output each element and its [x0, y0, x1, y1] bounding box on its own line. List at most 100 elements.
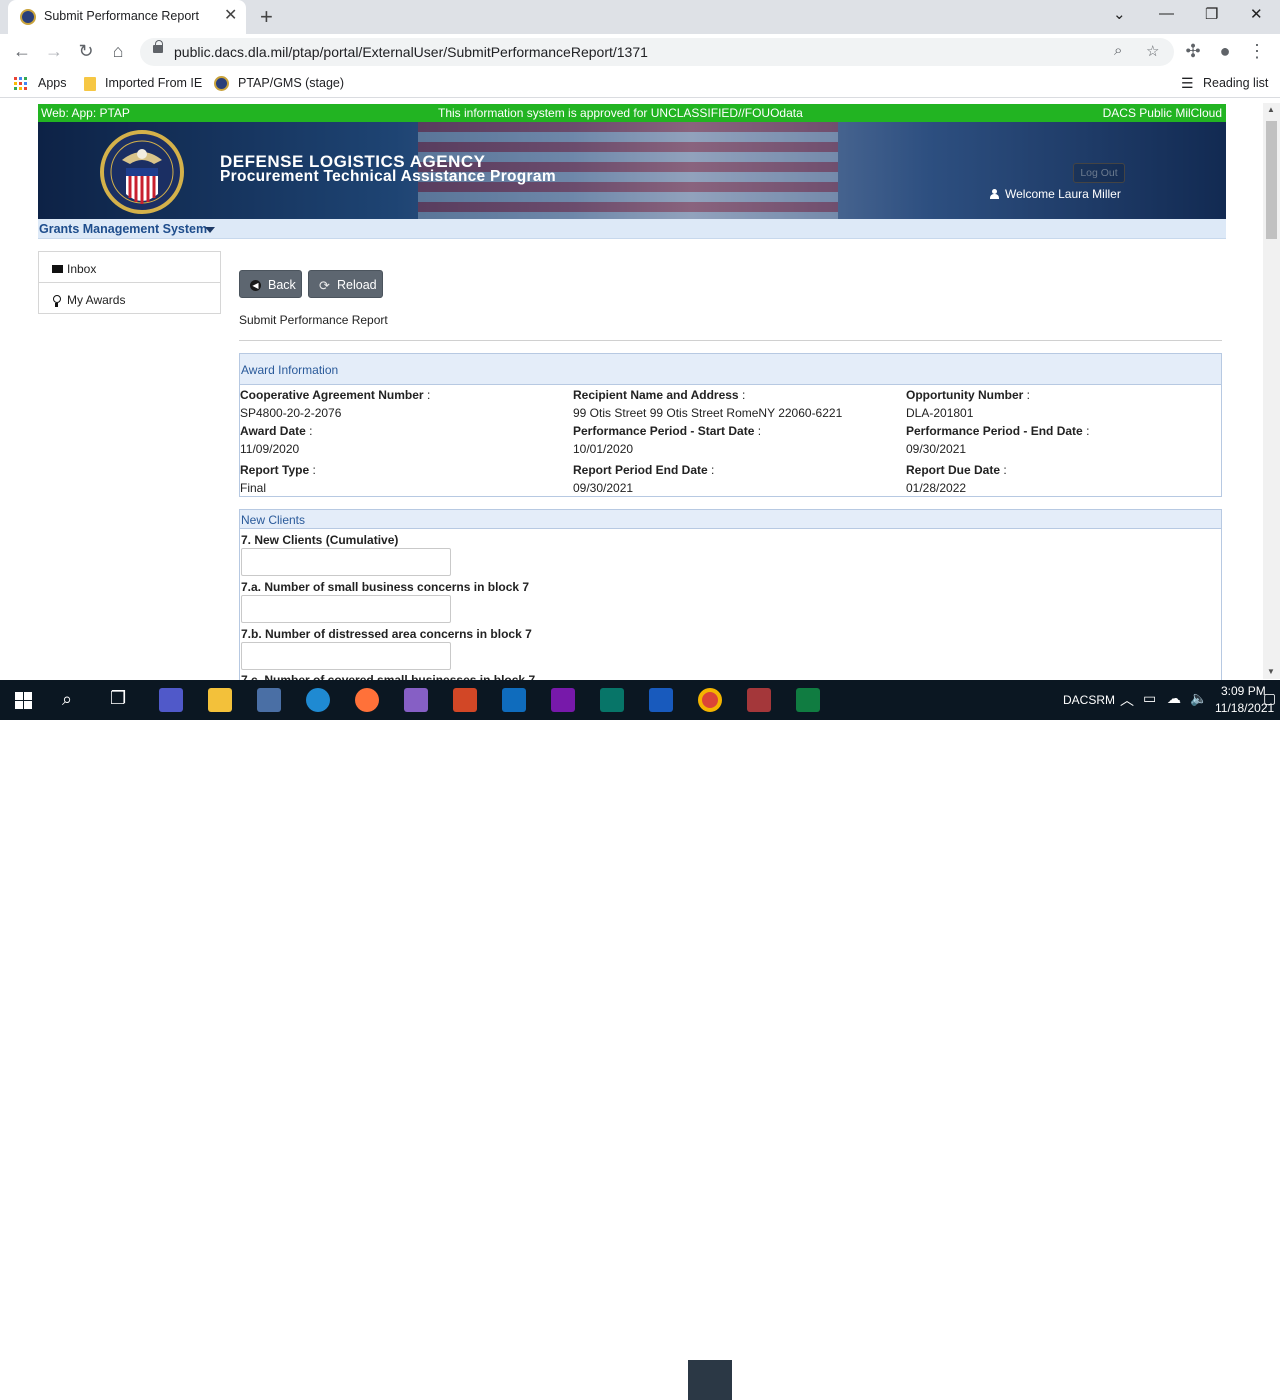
folder-icon — [84, 77, 96, 91]
profile-icon[interactable]: ● — [1213, 41, 1237, 62]
welcome-user: Welcome Laura Miller — [990, 187, 1121, 201]
question-label: 7.a. Number of small business concerns i… — [241, 580, 530, 594]
grants-menu-bar[interactable]: Grants Management System — [38, 219, 1226, 239]
bookmark-apps[interactable]: Apps — [38, 76, 67, 90]
browser-tab-strip: Submit Performance Report ✕ + ⌄ — ❐ ✕ — [0, 0, 1280, 34]
browser-toolbar: ← → ↻ ⌂ public.dacs.dla.mil/ptap/portal/… — [0, 34, 1280, 70]
close-window-icon[interactable]: ✕ — [1250, 5, 1263, 23]
file-explorer-icon[interactable] — [208, 688, 232, 712]
report-due-date: 01/28/2022 — [906, 481, 967, 495]
small-business-concerns-input[interactable] — [241, 595, 451, 623]
bookmark-star-icon[interactable]: ☆ — [1146, 42, 1159, 60]
ptap-favicon-icon — [214, 76, 229, 91]
tray-label[interactable]: DACSRM — [1063, 693, 1115, 707]
divider — [239, 340, 1222, 341]
report-type: Final — [240, 481, 267, 495]
security-classification-bar: Web: App: PTAP This information system i… — [38, 104, 1226, 122]
teams-icon[interactable] — [159, 688, 183, 712]
award-information-title: Award Information — [240, 354, 1221, 385]
reload-page-icon[interactable]: ↻ — [74, 41, 98, 62]
lock-icon — [153, 40, 163, 53]
extensions-icon[interactable]: ✣ — [1181, 41, 1205, 62]
new-clients-title: New Clients — [240, 510, 1221, 529]
windows-start-icon[interactable] — [15, 692, 32, 709]
caret-down-icon[interactable] — [205, 227, 215, 233]
grants-menu-title[interactable]: Grants Management System — [39, 222, 207, 236]
sidebar-item-my-awards[interactable]: My Awards — [39, 283, 220, 314]
apps-grid-icon[interactable] — [14, 77, 28, 91]
url-text: public.dacs.dla.mil/ptap/portal/External… — [174, 44, 648, 60]
question-label: 7.b. Number of distressed area concerns … — [241, 627, 532, 641]
welcome-text: Welcome Laura Miller — [1005, 187, 1121, 201]
field-label: Performance Period - Start Date : — [573, 424, 762, 438]
bookmark-ptap-gms[interactable]: PTAP/GMS (stage) — [238, 76, 344, 90]
browser-tab[interactable]: Submit Performance Report ✕ — [8, 0, 246, 34]
restore-icon[interactable]: ❐ — [1205, 5, 1218, 23]
refresh-icon: ⟳ — [319, 278, 330, 293]
home-icon[interactable]: ⌂ — [106, 41, 130, 62]
word-icon[interactable] — [649, 688, 673, 712]
zoom-icon[interactable]: ⌕ — [1114, 42, 1122, 59]
windows-taskbar: ⌕ ❐ DACSRM ︿ ▭ ☁ 🔈 3:09 PM 11/18/2021 ▢ — [0, 680, 1280, 1400]
recipient-name-address: 99 Otis Street 99 Otis Street RomeNY 220… — [573, 406, 843, 420]
opportunity-number: DLA-201801 — [906, 406, 974, 420]
back-arrow-icon[interactable]: ← — [10, 41, 34, 62]
close-tab-icon[interactable]: ✕ — [224, 8, 237, 24]
notifications-icon[interactable]: ▢ — [1263, 690, 1276, 707]
dla-favicon-icon — [20, 9, 36, 25]
scroll-up-icon[interactable]: ▲ — [1267, 105, 1275, 114]
clock-time[interactable]: 3:09 PM — [1221, 684, 1266, 698]
reload-button[interactable]: ⟳ Reload — [308, 270, 383, 298]
forward-arrow-icon[interactable]: → — [42, 41, 66, 62]
edge-icon[interactable] — [306, 688, 330, 712]
visual-studio-icon[interactable] — [404, 688, 428, 712]
side-navigation: Inbox My Awards — [38, 251, 221, 314]
program-name: Procurement Technical Assistance Program — [220, 168, 556, 185]
page-scrollbar[interactable]: ▲ ▼ — [1263, 103, 1280, 679]
award-date: 11/09/2020 — [240, 442, 300, 456]
back-button[interactable]: ◀ Back — [239, 270, 302, 298]
volume-icon[interactable]: 🔈 — [1190, 690, 1207, 707]
firefox-icon[interactable] — [355, 688, 379, 712]
excel-icon[interactable] — [796, 688, 820, 712]
dla-seal-icon — [100, 130, 184, 214]
question-label: 7. New Clients (Cumulative) — [241, 533, 399, 547]
tray-chevron-icon[interactable]: ︿ — [1120, 690, 1134, 710]
reading-list-icon[interactable]: ☰ — [1181, 75, 1194, 92]
sidebar-item-label: My Awards — [67, 293, 126, 307]
report-period-end-date: 09/30/2021 — [573, 481, 634, 495]
tab-search-chevron-icon[interactable]: ⌄ — [1113, 5, 1126, 23]
network-icon[interactable]: ▭ — [1143, 690, 1156, 707]
scrollbar-thumb[interactable] — [1266, 121, 1277, 239]
onenote-icon[interactable] — [551, 688, 575, 712]
minimize-icon[interactable]: — — [1159, 5, 1174, 22]
new-clients-cumulative-input[interactable] — [241, 548, 451, 576]
chrome-icon[interactable] — [698, 688, 722, 712]
bookmark-imported-from-ie[interactable]: Imported From IE — [105, 76, 202, 90]
award-ribbon-icon — [53, 295, 61, 307]
address-bar[interactable]: public.dacs.dla.mil/ptap/portal/External… — [140, 38, 1174, 66]
field-label: Report Due Date : — [906, 463, 1007, 477]
page-title: Submit Performance Report — [239, 313, 388, 327]
cooperative-agreement-number: SP4800-20-2-2076 — [240, 406, 342, 420]
network-tool-icon[interactable] — [257, 688, 281, 712]
back-circle-icon: ◀ — [250, 280, 261, 291]
reading-list-button[interactable]: Reading list — [1203, 76, 1268, 90]
powerpoint-icon[interactable] — [453, 688, 477, 712]
sidebar-item-inbox[interactable]: Inbox — [39, 252, 220, 283]
outlook-icon[interactable] — [502, 688, 526, 712]
publisher-icon[interactable] — [600, 688, 624, 712]
access-icon[interactable] — [747, 688, 771, 712]
field-label: Opportunity Number : — [906, 388, 1031, 402]
user-icon — [990, 189, 999, 199]
distressed-area-concerns-input[interactable] — [241, 642, 451, 670]
new-tab-icon[interactable]: + — [260, 4, 273, 30]
menu-kebab-icon[interactable]: ⋮ — [1245, 41, 1269, 62]
task-view-icon[interactable]: ❐ — [110, 688, 126, 709]
scroll-down-icon[interactable]: ▼ — [1267, 667, 1275, 676]
security-bar-right: DACS Public MilCloud — [1102, 106, 1222, 120]
logout-button[interactable]: Log Out — [1073, 163, 1125, 183]
onedrive-icon[interactable]: ☁ — [1167, 690, 1181, 707]
performance-period-end: 09/30/2021 — [906, 442, 967, 456]
search-icon[interactable]: ⌕ — [62, 689, 72, 710]
